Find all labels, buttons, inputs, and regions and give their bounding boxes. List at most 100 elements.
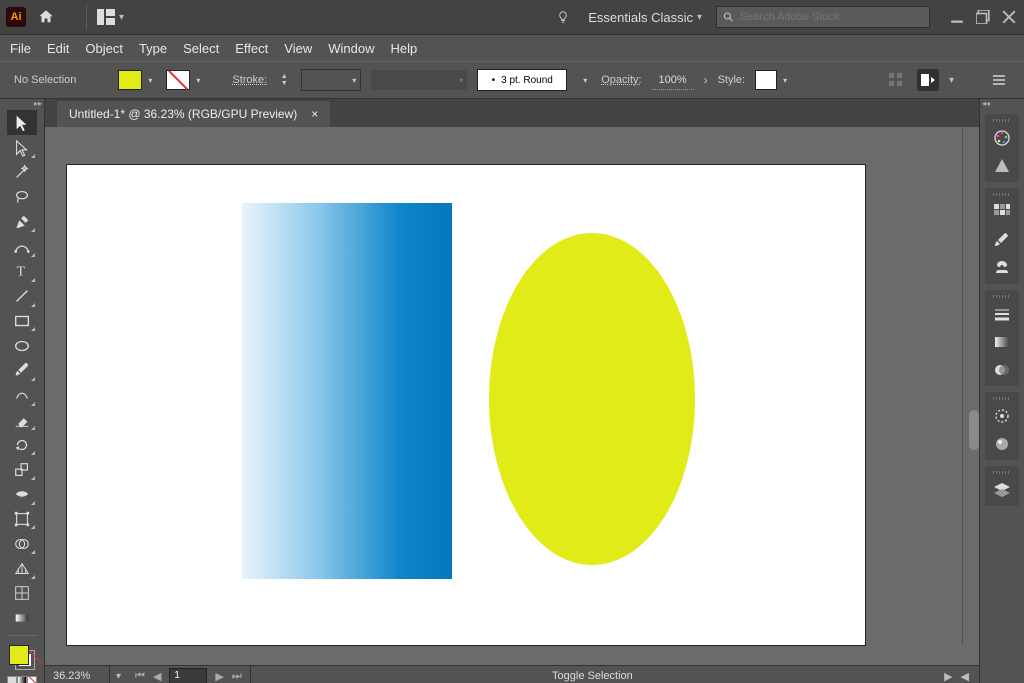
chevron-down-icon[interactable]: ▾ [119, 12, 124, 23]
width-tool[interactable] [7, 482, 37, 507]
stroke-color-control[interactable]: ▾ [166, 70, 204, 90]
menu-effect[interactable]: Effect [235, 41, 268, 56]
appearance-panel-icon[interactable] [987, 402, 1017, 430]
close-icon[interactable]: × [311, 107, 318, 121]
panel-grip[interactable] [987, 394, 1017, 402]
home-icon[interactable] [36, 8, 56, 26]
perspective-grid-tool[interactable] [7, 556, 37, 581]
direct-selection-tool[interactable] [7, 135, 37, 160]
panel-collapse-handle[interactable]: ◂◂ [978, 99, 1024, 111]
first-artboard-icon[interactable]: ⏮ [135, 670, 145, 683]
menu-type[interactable]: Type [139, 41, 167, 56]
ellipse-tool[interactable] [7, 333, 37, 358]
tools-expand-handle[interactable]: ▸▸ [0, 99, 46, 110]
workspace-switcher[interactable]: Essentials Classic [588, 10, 693, 25]
vertical-scrollbar[interactable] [962, 127, 979, 645]
zoom-level[interactable]: 36.23% [45, 666, 110, 683]
prev-artboard-icon[interactable]: ◀ [153, 670, 161, 683]
stroke-weight-stepper[interactable]: ▲▼ [277, 71, 291, 89]
type-tool[interactable]: T [7, 259, 37, 284]
opacity-popup-arrow-icon[interactable]: › [704, 73, 708, 87]
chevron-down-icon: ▾ [144, 76, 156, 85]
pen-tool[interactable] [7, 209, 37, 234]
window-restore-button[interactable] [974, 8, 992, 26]
selection-tool[interactable] [7, 110, 37, 135]
line-segment-tool[interactable] [7, 284, 37, 309]
control-menu-icon[interactable] [988, 69, 1010, 91]
window-close-button[interactable] [1000, 8, 1018, 26]
free-transform-tool[interactable] [7, 507, 37, 532]
window-minimize-button[interactable] [948, 8, 966, 26]
menu-select[interactable]: Select [183, 41, 219, 56]
brush-definition-dropdown[interactable]: • 3 pt. Round [477, 69, 567, 91]
panel-grip[interactable] [987, 292, 1017, 300]
document-setup-icon[interactable] [885, 69, 907, 91]
stock-search-field[interactable] [716, 6, 930, 28]
panel-scroll-thumb[interactable] [969, 410, 979, 450]
pencil-tool[interactable] [7, 383, 37, 408]
stroke-panel-icon[interactable] [987, 300, 1017, 328]
stock-search-input[interactable] [738, 10, 923, 24]
magic-wand-tool[interactable] [7, 160, 37, 185]
last-artboard-icon[interactable]: ⏭ [232, 670, 242, 683]
hscroll-left-icon[interactable]: ◀ [961, 670, 969, 683]
lasso-tool[interactable] [7, 185, 37, 210]
arrange-documents-icon[interactable] [97, 8, 115, 26]
panel-grip[interactable] [987, 190, 1017, 198]
menu-object[interactable]: Object [85, 41, 123, 56]
color-panel-icon[interactable] [987, 124, 1017, 152]
opacity-label[interactable]: Opacity: [601, 74, 641, 86]
panel-grip[interactable] [987, 468, 1017, 476]
illustrator-logo-icon: Ai [6, 7, 26, 27]
chevron-down-icon[interactable]: ▾ [579, 76, 591, 85]
next-artboard-icon[interactable]: ▶ [215, 670, 223, 683]
hscroll-right-icon[interactable]: ▶ [944, 670, 952, 683]
variable-width-profile-dropdown[interactable]: ▾ [371, 70, 467, 90]
canvas[interactable] [45, 127, 979, 665]
svg-text:T: T [17, 264, 26, 279]
brushes-panel-icon[interactable] [987, 226, 1017, 254]
swatches-panel-icon[interactable] [987, 198, 1017, 226]
rectangle-tool[interactable] [7, 309, 37, 334]
shape-builder-tool[interactable] [7, 531, 37, 556]
preferences-icon[interactable] [917, 69, 939, 91]
graphic-styles-panel-icon[interactable] [987, 430, 1017, 458]
symbols-panel-icon[interactable] [987, 254, 1017, 282]
chevron-down-icon[interactable]: ▾ [949, 75, 954, 86]
fill-stroke-proxy[interactable] [7, 643, 37, 672]
color-mode-none[interactable] [27, 676, 37, 683]
search-help-icon[interactable] [556, 9, 570, 25]
chevron-down-icon[interactable]: ▾ [697, 12, 702, 23]
fill-color-control[interactable]: ▾ [118, 70, 156, 90]
artboard[interactable] [67, 165, 865, 645]
gradient-panel-icon[interactable] [987, 328, 1017, 356]
menu-view[interactable]: View [284, 41, 312, 56]
color-guide-panel-icon[interactable] [987, 152, 1017, 180]
scale-tool[interactable] [7, 457, 37, 482]
color-mode-solid[interactable] [7, 676, 17, 683]
paintbrush-tool[interactable] [7, 358, 37, 383]
menu-help[interactable]: Help [390, 41, 417, 56]
stroke-label[interactable]: Stroke: [232, 74, 267, 86]
artboard-navigator[interactable]: ⏮ ◀ 1 ▶ ⏭ [127, 666, 251, 683]
eraser-tool[interactable] [7, 408, 37, 433]
opacity-value[interactable]: 100% [652, 71, 694, 90]
mesh-tool[interactable] [7, 581, 37, 606]
chevron-down-icon[interactable]: ▾ [110, 671, 127, 682]
document-tab[interactable]: Untitled-1* @ 36.23% (RGB/GPU Preview) × [57, 101, 330, 127]
panel-grip[interactable] [987, 116, 1017, 124]
menu-file[interactable]: File [10, 41, 31, 56]
artwork-ellipse[interactable] [489, 233, 695, 565]
menu-window[interactable]: Window [328, 41, 374, 56]
artwork-rectangle[interactable] [242, 203, 452, 579]
graphic-style-control[interactable]: ▾ [755, 70, 791, 90]
layers-panel-icon[interactable] [987, 476, 1017, 504]
artboard-number[interactable]: 1 [169, 668, 207, 683]
curvature-tool[interactable] [7, 234, 37, 259]
transparency-panel-icon[interactable] [987, 356, 1017, 384]
color-mode-gradient[interactable] [17, 676, 27, 683]
gradient-tool[interactable] [7, 606, 37, 631]
rotate-tool[interactable] [7, 432, 37, 457]
stroke-weight-dropdown[interactable]: ▾ [301, 69, 361, 91]
menu-edit[interactable]: Edit [47, 41, 69, 56]
